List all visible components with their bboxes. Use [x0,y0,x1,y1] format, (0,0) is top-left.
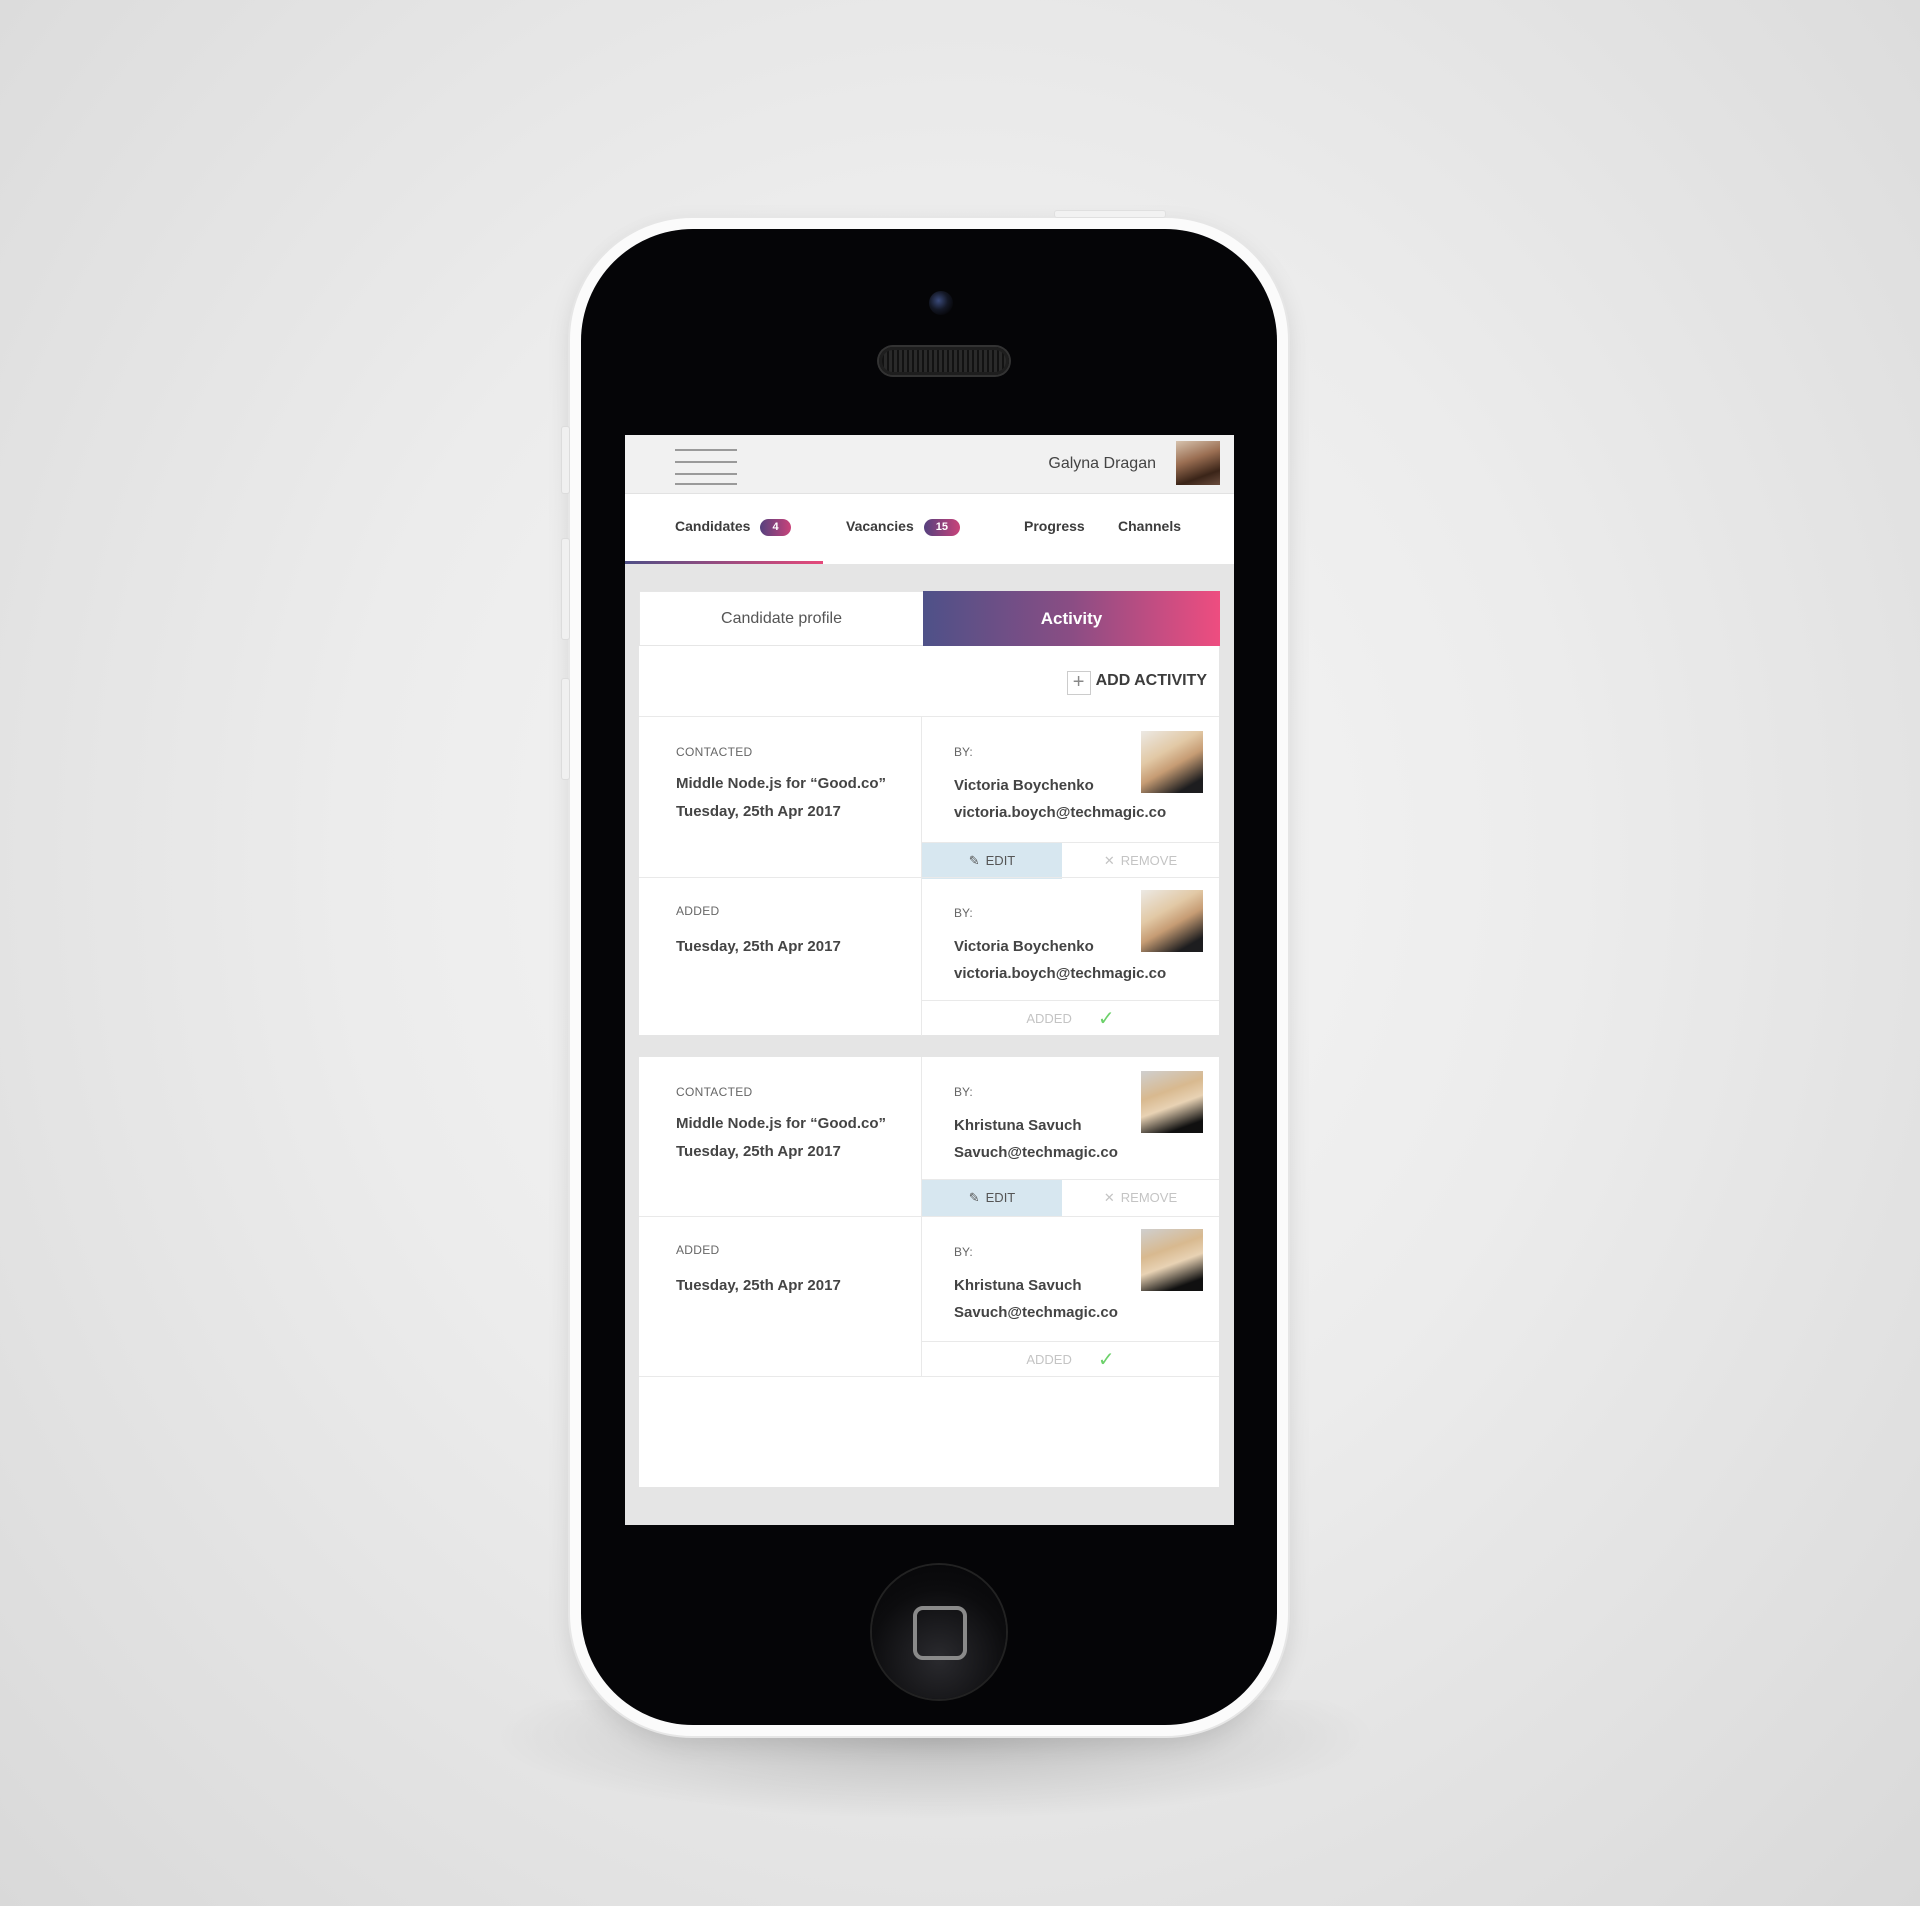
edit-label: EDIT [985,1190,1016,1205]
remove-label: REMOVE [1120,1190,1178,1205]
person-name: Victoria Boychenko [954,938,1094,955]
activity-date: Tuesday, 25th Apr 2017 [676,1277,841,1294]
activity-type: CONTACTED [676,745,753,759]
activity-type: ADDED [676,1243,720,1257]
earpiece-speaker [879,347,1009,375]
activity-entry: CONTACTED Middle Node.js for “Good.co” T… [639,716,1219,879]
home-button[interactable] [872,1565,1006,1699]
activity-entry: ADDED Tuesday, 25th Apr 2017 BY: Victori… [639,877,1219,1036]
activity-entry: CONTACTED Middle Node.js for “Good.co” T… [639,1057,1219,1216]
count-badge: 4 [760,519,791,536]
segmented-control: Candidate profile Activity [639,591,1220,646]
added-status: ADDED ✓ [922,1001,1219,1037]
tab-candidate-profile[interactable]: Candidate profile [640,592,923,645]
front-camera [929,291,953,315]
nav-tabs: Candidates 4 Vacancies 15 Progress Channel… [625,494,1234,564]
close-icon: ✕ [1103,853,1115,868]
power-button [1054,210,1166,218]
activity-details: ADDED Tuesday, 25th Apr 2017 [639,1217,922,1377]
add-activity-label: ADD ACTIVITY [1095,672,1207,689]
person-name: Khristuna Savuch [954,1277,1082,1294]
activity-type: ADDED [676,904,720,918]
user-avatar[interactable] [1176,441,1220,485]
person-avatar [1141,1071,1203,1133]
top-bar: Galyna Dragan [625,435,1234,494]
tab-vacancies[interactable]: Vacancies 15 [846,518,960,536]
activity-title: Middle Node.js for “Good.co” [676,1115,886,1132]
activity-type: CONTACTED [676,1085,753,1099]
entry-actions: ✎ EDIT ✕ REMOVE [922,842,1219,879]
list-end-divider [639,1376,1219,1377]
tab-label: Channels [1118,518,1182,534]
app-screen: Galyna Dragan Candidates 4 Vacancies 15 Pr… [625,435,1234,1525]
activity-title: Middle Node.js for “Good.co” [676,775,886,792]
remove-label: REMOVE [1120,853,1178,868]
activity-date: Tuesday, 25th Apr 2017 [676,938,841,955]
user-name: Galyna Dragan [1048,455,1156,472]
person-email: victoria.boych@techmagic.co [954,965,1167,982]
activity-details: CONTACTED Middle Node.js for “Good.co” T… [639,1057,922,1216]
by-label: BY: [954,1085,973,1099]
activity-date: Tuesday, 25th Apr 2017 [676,1143,841,1160]
added-status: ADDED ✓ [922,1342,1219,1378]
active-tab-indicator [625,561,823,564]
menu-icon[interactable] [675,449,737,485]
activity-entry: ADDED Tuesday, 25th Apr 2017 BY: Khristu… [639,1216,1219,1377]
tab-label: Vacancies [846,518,914,534]
activity-date: Tuesday, 25th Apr 2017 [676,803,841,820]
activity-list-1: + ADD ACTIVITY CONTACTED Middle Node.js f… [639,646,1219,1036]
person-avatar [1141,1229,1203,1291]
check-icon: ✓ [1097,1349,1115,1371]
remove-button[interactable]: ✕ REMOVE [1062,843,1219,879]
entry-status: ADDED ✓ [922,1341,1219,1378]
person-email: victoria.boych@techmagic.co [954,804,1167,821]
entry-actions: ✎ EDIT ✕ REMOVE [922,1179,1219,1216]
person-name: Victoria Boychenko [954,777,1094,794]
close-icon: ✕ [1103,1190,1115,1205]
person-avatar [1141,890,1203,952]
add-activity-button[interactable]: + ADD ACTIVITY [1066,671,1207,695]
person-name: Khristuna Savuch [954,1117,1082,1134]
person-email: Savuch@techmagic.co [954,1304,1118,1321]
mute-switch [561,426,570,494]
plus-icon: + [1066,671,1091,695]
by-label: BY: [954,906,973,920]
tab-label: Candidates [675,518,751,534]
pencil-icon: ✎ [968,1190,980,1205]
check-icon: ✓ [1097,1008,1115,1030]
activity-details: ADDED Tuesday, 25th Apr 2017 [639,878,922,1036]
tab-activity[interactable]: Activity [923,591,1220,646]
volume-down-button [561,678,570,780]
person-avatar [1141,731,1203,793]
tab-channels[interactable]: Channels [1118,518,1181,534]
count-badge: 15 [923,519,960,536]
by-label: BY: [954,745,973,759]
entry-status: ADDED ✓ [922,1000,1219,1037]
tab-candidates[interactable]: Candidates 4 [675,518,791,536]
edit-button[interactable]: ✎ EDIT [922,843,1062,879]
tab-progress[interactable]: Progress [1024,518,1085,534]
home-square-icon [913,1606,967,1660]
edit-button[interactable]: ✎ EDIT [922,1180,1062,1216]
tab-label: Progress [1024,518,1085,534]
edit-label: EDIT [985,853,1016,868]
by-label: BY: [954,1245,973,1259]
activity-card-2: CONTACTED Middle Node.js for “Good.co” T… [639,1057,1219,1487]
activity-details: CONTACTED Middle Node.js for “Good.co” T… [639,717,922,878]
pencil-icon: ✎ [968,853,980,868]
added-label: ADDED [1026,1352,1072,1367]
remove-button[interactable]: ✕ REMOVE [1062,1180,1219,1216]
added-label: ADDED [1026,1011,1072,1026]
volume-up-button [561,538,570,640]
person-email: Savuch@techmagic.co [954,1144,1118,1161]
